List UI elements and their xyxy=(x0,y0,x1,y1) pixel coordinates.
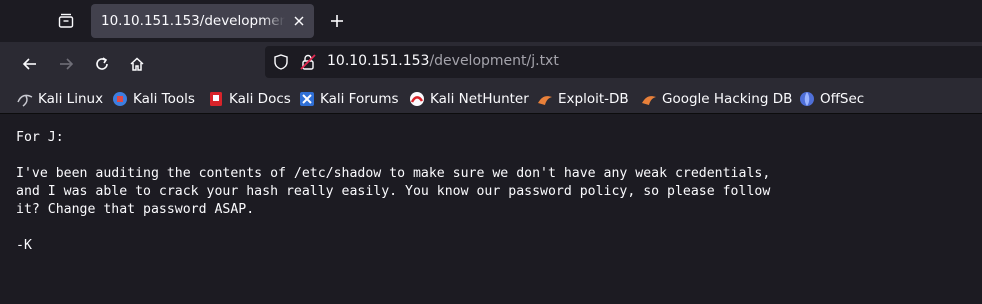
kali-docs-icon xyxy=(208,91,224,107)
bookmark-label: OffSec xyxy=(820,91,865,107)
tab-selected[interactable]: 10.10.151.153/development/j.txt xyxy=(91,4,314,38)
reload-button[interactable] xyxy=(88,50,116,78)
tab-strip: 10.10.151.153/development/j.txt xyxy=(0,0,982,42)
arrow-left-icon xyxy=(22,58,36,70)
new-tab-button[interactable] xyxy=(325,8,349,34)
bookmark-label: Exploit-DB xyxy=(558,91,629,107)
tab-list-button[interactable] xyxy=(53,8,79,34)
shield-icon xyxy=(274,54,288,70)
close-icon xyxy=(294,16,304,26)
insecure-lock-icon xyxy=(300,54,316,70)
reload-icon xyxy=(96,57,108,70)
plus-icon xyxy=(331,15,343,27)
bookmark-kali-tools[interactable]: Kali Tools xyxy=(112,90,195,108)
bookmarks-toolbar: Kali Linux Kali Tools Kali Docs Kali For… xyxy=(0,84,982,114)
home-icon xyxy=(130,57,144,71)
site-security-button[interactable] xyxy=(299,53,317,71)
offsec-icon xyxy=(799,91,815,107)
page-content: For J: I've been auditing the contents o… xyxy=(0,115,982,304)
bookmark-kali-docs[interactable]: Kali Docs xyxy=(208,90,291,108)
tab-list-icon xyxy=(58,13,74,28)
bookmark-offsec[interactable]: OffSec xyxy=(799,90,864,108)
text-document: For J: I've been auditing the contents o… xyxy=(16,130,771,253)
tab-close-button[interactable] xyxy=(290,12,308,30)
kali-forums-icon xyxy=(299,91,315,107)
navigation-toolbar: 10.10.151.153/development/j.txt xyxy=(0,42,982,84)
address-bar[interactable]: 10.10.151.153/development/j.txt xyxy=(265,46,982,78)
nethunter-icon xyxy=(409,91,425,107)
bookmark-label: Kali Forums xyxy=(320,91,399,107)
url-path: /development/j.txt xyxy=(429,53,559,69)
kali-dragon-icon xyxy=(17,91,33,107)
bookmark-exploit-db[interactable]: Exploit-DB xyxy=(537,90,629,108)
url-host: 10.10.151.153 xyxy=(327,53,430,69)
bookmark-label: Kali Linux xyxy=(38,91,104,107)
tracking-protection-button[interactable] xyxy=(272,53,290,71)
home-button[interactable] xyxy=(123,50,151,78)
arrow-right-icon xyxy=(60,58,74,70)
tab-title: 10.10.151.153/development/j.txt xyxy=(101,13,285,29)
bookmark-label: Kali Docs xyxy=(229,91,291,107)
url-text[interactable]: 10.10.151.153/development/j.txt xyxy=(327,53,559,69)
ghdb-icon xyxy=(641,91,657,107)
back-button[interactable] xyxy=(16,50,44,78)
bookmark-label: Kali Tools xyxy=(133,91,195,107)
bookmark-kali-linux[interactable]: Kali Linux xyxy=(17,90,103,108)
forward-button[interactable] xyxy=(52,50,80,78)
exploit-db-icon xyxy=(537,91,553,107)
kali-tools-icon xyxy=(112,91,128,107)
bookmark-label: Kali NetHunter xyxy=(430,91,529,107)
bookmark-google-hacking-db[interactable]: Google Hacking DB xyxy=(641,90,792,108)
bookmark-label: Google Hacking DB xyxy=(662,91,793,107)
bookmark-kali-forums[interactable]: Kali Forums xyxy=(299,90,399,108)
bookmark-kali-nethunter[interactable]: Kali NetHunter xyxy=(409,90,529,108)
